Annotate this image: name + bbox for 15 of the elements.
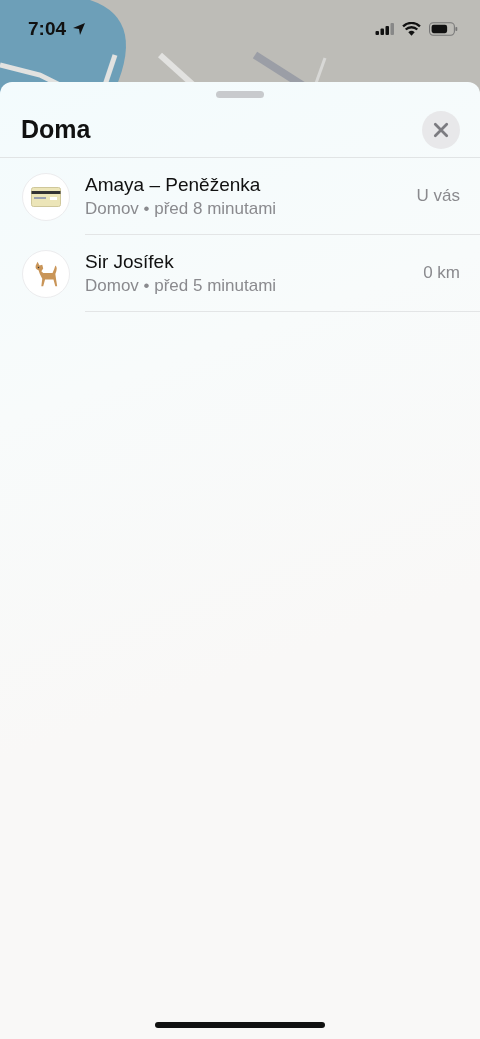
battery-icon — [429, 22, 458, 36]
item-name: Amaya – Peněženka — [85, 173, 262, 196]
close-button[interactable] — [422, 110, 460, 149]
card-icon — [31, 187, 61, 207]
wifi-icon — [402, 22, 421, 36]
sheet-title: Doma — [21, 115, 91, 144]
signal-icon — [375, 23, 396, 35]
location-arrow-icon — [72, 22, 87, 36]
item-subtitle: Domov • před 8 minutami — [85, 198, 277, 219]
status-time: 7:04 — [28, 18, 67, 40]
item-subtitle: Domov • před 5 minutami — [85, 275, 277, 296]
item-name: Sir Josífek — [85, 250, 175, 273]
close-icon — [433, 121, 449, 138]
item-distance: U vás — [416, 186, 460, 206]
item-distance: 0 km — [423, 263, 460, 283]
